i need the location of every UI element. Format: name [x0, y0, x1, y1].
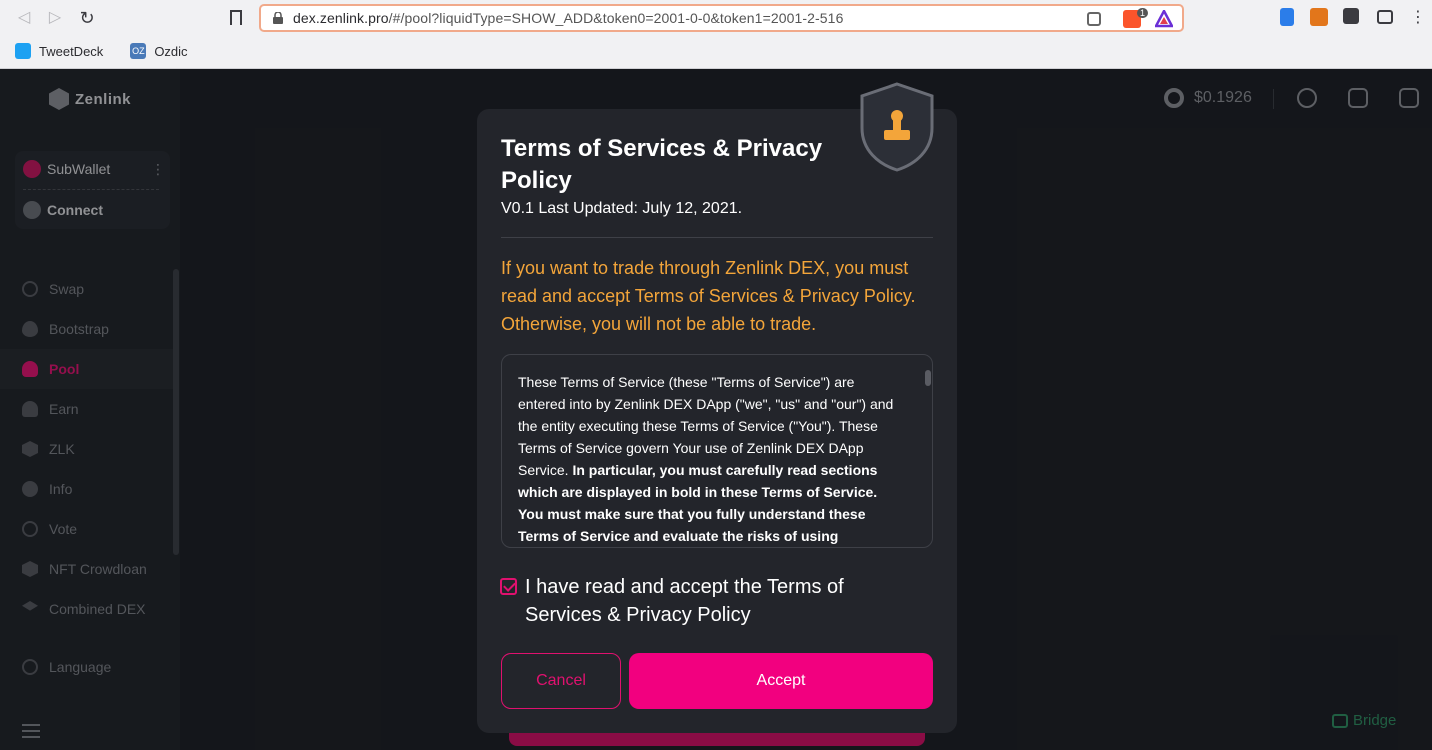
- modal-title: Terms of Services & Privacy Policy: [501, 135, 823, 194]
- extensions-puzzle-icon[interactable]: [1343, 8, 1359, 24]
- forward-icon[interactable]: ▷: [45, 8, 65, 28]
- accept-terms-checkbox[interactable]: [500, 578, 517, 595]
- bookmark-tweetdeck[interactable]: TweetDeck: [15, 43, 103, 59]
- back-icon[interactable]: ◁: [14, 8, 34, 28]
- qr-icon[interactable]: [1087, 12, 1101, 26]
- modal-divider: [501, 237, 933, 238]
- accept-terms-label[interactable]: I have read and accept the Terms of Serv…: [525, 573, 925, 629]
- bookmark-ozdic[interactable]: OZ Ozdic: [130, 43, 188, 59]
- extension-play-icon[interactable]: [1280, 8, 1294, 26]
- bookmark-icon[interactable]: [230, 10, 242, 25]
- modal-warning: If you want to trade through Zenlink DEX…: [501, 258, 916, 334]
- rewards-triangle-icon[interactable]: [1155, 10, 1173, 28]
- ozdic-icon: OZ: [130, 43, 147, 59]
- lock-icon: [273, 12, 283, 24]
- browser-chrome: ◁ ▷ ↻ dex.zenlink.pro/#/pool?liquidType=…: [0, 0, 1432, 69]
- metamask-icon[interactable]: [1310, 8, 1328, 26]
- terms-text: These Terms of Service (these "Terms of …: [518, 371, 903, 547]
- brave-badge: 1: [1137, 8, 1149, 18]
- reload-icon[interactable]: ↻: [77, 8, 97, 28]
- terms-bold-text: In particular, you must carefully read s…: [518, 462, 878, 544]
- terms-scroll-box[interactable]: These Terms of Service (these "Terms of …: [501, 354, 933, 548]
- browser-menu-icon[interactable]: ⋮: [1408, 8, 1428, 28]
- modal-version: V0.1 Last Updated: July 12, 2021.: [501, 200, 743, 217]
- accept-button[interactable]: Accept: [629, 653, 933, 709]
- url-text: dex.zenlink.pro/#/pool?liquidType=SHOW_A…: [293, 10, 844, 26]
- bookmarks-bar: TweetDeck OZ Ozdic: [0, 40, 188, 62]
- twitter-icon: [15, 43, 31, 59]
- shield-stamp-icon: [860, 82, 934, 172]
- terms-scrollbar[interactable]: [925, 370, 931, 386]
- wallet-icon[interactable]: [1377, 10, 1393, 24]
- cancel-button[interactable]: Cancel: [501, 653, 621, 709]
- address-bar[interactable]: dex.zenlink.pro/#/pool?liquidType=SHOW_A…: [259, 4, 1184, 32]
